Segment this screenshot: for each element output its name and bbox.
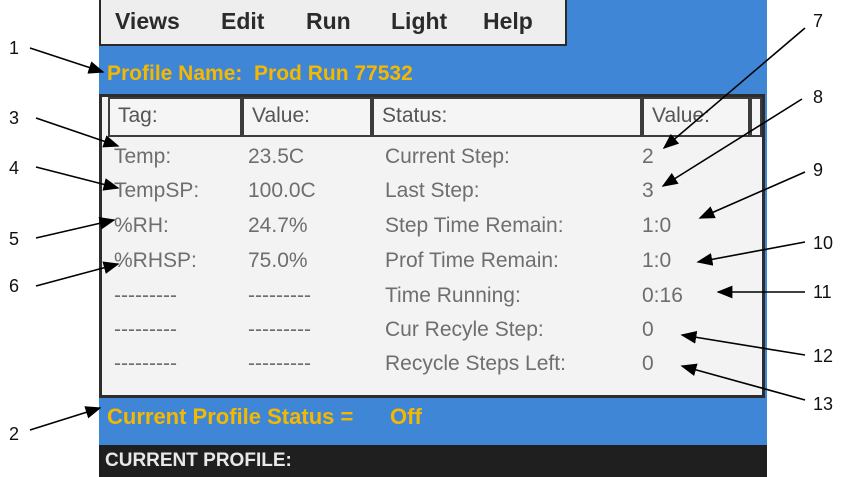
callout-arrow-3 (35, 117, 120, 148)
callout-number: 13 (813, 394, 834, 414)
callout-arrow-2 (29, 406, 102, 431)
callout-arrow-6 (35, 261, 120, 287)
callout-number: 9 (813, 160, 824, 180)
callout-arrow-8 (661, 98, 803, 187)
callout-arrow-7 (662, 27, 806, 150)
callout-number: 10 (813, 233, 834, 253)
callout-number: 6 (9, 276, 20, 296)
callout-number: 8 (813, 87, 824, 107)
callout-number: 11 (813, 282, 832, 302)
callout-number: 2 (9, 424, 20, 444)
callout-arrow-10 (696, 241, 806, 266)
callout-number: 7 (813, 11, 824, 31)
callout-arrow-1 (29, 47, 105, 74)
callout-arrow-9 (698, 171, 806, 219)
callout-arrows (29, 27, 806, 431)
callout-arrow-4 (35, 166, 120, 191)
callout-arrow-12 (680, 330, 806, 356)
callout-arrow-5 (35, 217, 116, 239)
callout-number: 4 (9, 158, 20, 178)
callout-number: 12 (813, 346, 834, 366)
callout-number: 5 (9, 229, 20, 249)
callout-number: 3 (9, 108, 20, 128)
callout-arrow-13 (680, 363, 806, 401)
callout-number: 1 (9, 38, 20, 58)
